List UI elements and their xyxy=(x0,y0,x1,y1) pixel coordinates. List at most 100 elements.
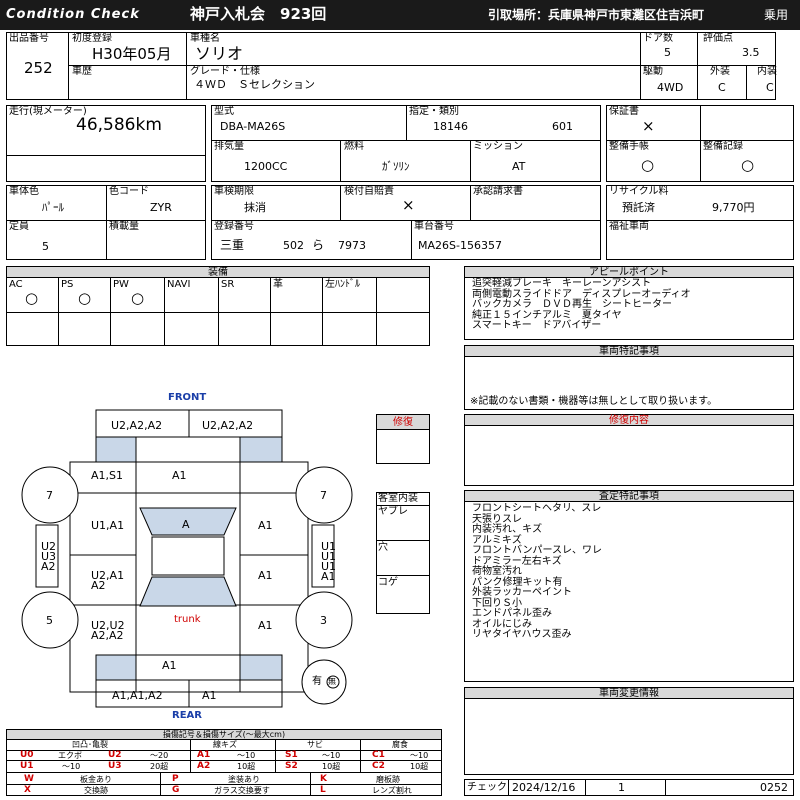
legend-code-w: W xyxy=(24,774,34,784)
welfare-label: 福祉車両 xyxy=(609,221,649,232)
changes-title: 車両変更情報 xyxy=(599,688,659,699)
check-number: 1 xyxy=(618,781,625,794)
legend-desc-s1: 〜10 xyxy=(322,751,341,760)
legend-desc-u1: 〜10 xyxy=(62,762,81,771)
history-label: 車歴 xyxy=(72,66,92,77)
exterior-value: C xyxy=(718,81,726,94)
load-label: 積載量 xyxy=(109,221,139,232)
pickup-location: 引取場所：兵庫県神戸市東灘区住吉浜町 xyxy=(488,8,705,22)
legend-code-u0: U0 xyxy=(20,750,34,760)
transmission-label: ミッション xyxy=(473,141,523,152)
chassis-value: MA26S-156357 xyxy=(418,239,502,252)
equip-label-leather: 革 xyxy=(273,279,283,290)
inspection-line-1: フロントシートヘタリ、スレ xyxy=(472,503,602,514)
front-label: FRONT xyxy=(168,392,207,403)
equipment-title: 装備 xyxy=(208,267,228,278)
mileage-value: 46,586km xyxy=(76,115,162,135)
legend-code-c2: C2 xyxy=(372,761,385,771)
damage-right-side-4: A1 xyxy=(321,570,336,583)
displacement-label: 排気量 xyxy=(214,141,244,152)
legend-desc-c1: 〜10 xyxy=(410,751,429,760)
damage-hood-left: A1,S1 xyxy=(91,469,124,482)
legend-desc-u3: 20超 xyxy=(150,762,169,771)
legend-group-rust: サビ xyxy=(307,740,323,749)
legend-code-u1: U1 xyxy=(20,761,34,771)
damage-right-front-door: A1 xyxy=(258,519,273,532)
appeal-line-3: バックカメラ ＤＶＤ再生 シートヒーター xyxy=(472,299,672,310)
cabin-row-hole: 穴 xyxy=(378,542,388,553)
appeal-title: アピールポイント xyxy=(589,267,669,278)
damage-rear-panel: A1 xyxy=(162,659,177,672)
fuel-value: ｶﾞｿﾘﾝ xyxy=(382,160,410,173)
exterior-label: 外装 xyxy=(710,66,730,77)
plate-class: 502 xyxy=(283,239,304,252)
warranty-value: × xyxy=(642,117,655,135)
drive-label: 駆動 xyxy=(643,66,663,77)
appeal-line-5: スマートキー ドアバイザー xyxy=(472,320,602,331)
recycle-fee: 9,770円 xyxy=(712,201,755,214)
approval-label: 承認請求書 xyxy=(473,186,523,197)
legend-code-a1: A1 xyxy=(197,750,211,760)
wheel-front-left: 7 xyxy=(46,489,53,502)
transmission-value: AT xyxy=(512,160,526,173)
liability-label: 検付自賠責 xyxy=(344,186,394,197)
wheel-rear-right: 3 xyxy=(320,614,327,627)
equip-label-sr: SR xyxy=(221,279,235,290)
legend-desc-c2: 10超 xyxy=(410,762,429,771)
legend-desc-l: レンズ割れ xyxy=(372,786,412,795)
legend-desc-u0: エクボ xyxy=(58,751,82,760)
model-name: ソリオ xyxy=(195,44,244,63)
score-value: 3.5 xyxy=(742,46,760,59)
appeal-line-1: 追突軽減ブレーキ キーレーンアシスト xyxy=(472,278,652,289)
service-book-value: ○ xyxy=(641,156,655,174)
doors-value: 5 xyxy=(664,46,671,59)
damage-left-rear-door-2: A2 xyxy=(91,579,106,592)
inspection-line-13: リヤタイヤハウス歪み xyxy=(472,629,572,640)
legend-code-l: L xyxy=(320,785,326,795)
designation-value: 18146 xyxy=(433,120,468,133)
legend-code-u2: U2 xyxy=(108,750,122,760)
special-note: ※記載のない書類・機器等は無しとして取り扱います。 xyxy=(470,396,718,407)
equip-label-ac: AC xyxy=(9,279,23,290)
legend-desc-k: 磨板跡 xyxy=(376,775,400,784)
equip-value-ps: ○ xyxy=(78,289,92,307)
legend-desc-x: 交換跡 xyxy=(84,786,108,795)
spare-tire-yes: 有 xyxy=(312,676,322,687)
damage-left-front-door: U1,A1 xyxy=(91,519,125,532)
auction-title: 神戸入札会 923回 xyxy=(190,5,327,23)
type-value: DBA-MA26S xyxy=(220,120,286,133)
service-book-label: 整備手帳 xyxy=(609,141,649,152)
damage-right-rear-door: A1 xyxy=(258,569,273,582)
warranty-label: 保証書 xyxy=(609,106,639,117)
wheel-front-right: 7 xyxy=(320,489,327,502)
plate-label: 登録番号 xyxy=(214,221,254,232)
liability-value: × xyxy=(402,196,415,214)
inspection-line-5: フロントバンパースレ、ワレ xyxy=(472,545,602,556)
rear-label: REAR xyxy=(172,710,202,721)
spare-tire-no: 無 xyxy=(328,677,336,686)
legend-code-s2: S2 xyxy=(285,761,298,771)
recycle-status: 預託済 xyxy=(622,201,655,214)
inspection-title: 査定特記事項 xyxy=(599,491,659,502)
trunk-label: trunk xyxy=(174,614,201,625)
legend-desc-s2: 10超 xyxy=(322,762,341,771)
vehicle-category: 乗用 xyxy=(764,8,789,22)
color-code-value: ZYR xyxy=(150,201,172,214)
type-label: 型式 xyxy=(214,106,234,117)
plate-number: 7973 xyxy=(338,239,366,252)
legend-desc-u2: 〜20 xyxy=(150,751,169,760)
chassis-label: 車台番号 xyxy=(414,221,454,232)
legend-desc-w: 板金あり xyxy=(80,775,112,784)
equip-label-lhd: 左ﾊﾝﾄﾞﾙ xyxy=(325,279,360,290)
equip-value-pw: ○ xyxy=(131,289,145,307)
legend-group-dent: 凹凸･亀裂 xyxy=(72,740,108,749)
equip-value-ac: ○ xyxy=(25,289,39,307)
inspection-line-3: 内装汚れ、キズ xyxy=(472,524,543,535)
inspection-line-9: 外装ラッカーペイント xyxy=(472,587,572,598)
legend-code-k: K xyxy=(320,774,327,784)
color-label: 車体色 xyxy=(9,186,39,197)
model-name-label: 車種名 xyxy=(190,33,220,44)
designation-label: 指定・類別 xyxy=(409,106,459,117)
legend-title: 損傷記号＆損傷サイズ(〜最大cm) xyxy=(162,730,286,739)
repair-title: 修復内容 xyxy=(609,415,649,426)
